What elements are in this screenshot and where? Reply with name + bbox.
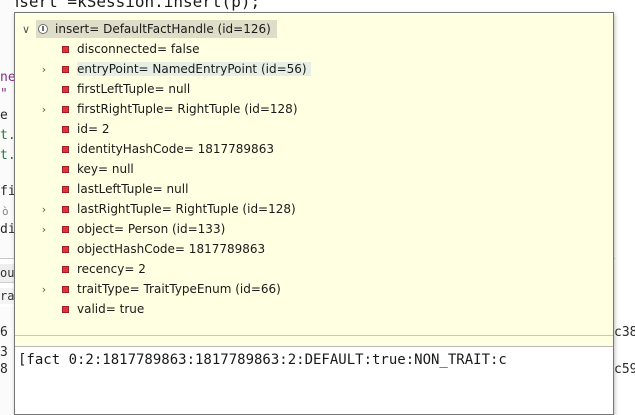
code-fragment: e — [0, 108, 8, 123]
tree-item-label: key= null — [77, 162, 134, 176]
tree-item-label: id= 2 — [77, 122, 110, 136]
tree-item-disconnected[interactable]: disconnected= false — [15, 39, 613, 59]
tree-item-objectHashCode[interactable]: objectHashCode= 1817789863 — [15, 239, 613, 259]
tree-item-lastRightTuple[interactable]: › lastRightTuple= RightTuple (id=128) — [15, 199, 613, 219]
tree-item-entryPoint[interactable]: › entryPoint= NamedEntryPoint (id=56) — [15, 59, 613, 79]
private-field-icon — [62, 126, 69, 133]
console-line: c59 — [614, 362, 635, 377]
private-field-icon — [62, 266, 69, 273]
tree-item-label: lastRightTuple= RightTuple (id=128) — [77, 202, 296, 216]
private-field-icon — [62, 246, 69, 253]
console-tab-label[interactable]: ra — [0, 289, 14, 303]
console-line: c38 — [614, 325, 635, 340]
console-tab-label[interactable]: ou — [0, 266, 14, 280]
chevron-right-icon[interactable]: › — [38, 103, 50, 116]
tree-item-key[interactable]: key= null — [15, 159, 613, 179]
tree-item-label: entryPoint= NamedEntryPoint (id=56) — [77, 62, 311, 76]
private-field-icon — [62, 186, 69, 193]
inspector-tree[interactable]: ∨ insert= DefaultFactHandle (id=126) dis… — [15, 13, 613, 335]
console-line: 8 — [0, 362, 8, 377]
tree-item-label: firstLeftTuple= null — [77, 82, 191, 96]
chevron-right-icon[interactable]: › — [38, 203, 50, 216]
tree-root-selection[interactable]: insert= DefaultFactHandle (id=126) — [36, 20, 277, 38]
detail-pane[interactable]: [fact 0:2:1817789863:1817789863:2:DEFAUL… — [15, 346, 613, 414]
code-fragment: " — [0, 87, 8, 102]
tree-item-lastLeftTuple[interactable]: lastLeftTuple= null — [15, 179, 613, 199]
console-line: 3 — [0, 345, 8, 360]
private-field-icon — [62, 86, 69, 93]
private-field-icon — [62, 146, 69, 153]
private-field-icon — [62, 66, 69, 73]
tree-item-label: identityHashCode= 1817789863 — [77, 142, 274, 156]
detail-value-text[interactable]: [fact 0:2:1817789863:1817789863:2:DEFAUL… — [18, 352, 507, 368]
tree-item-label: disconnected= false — [77, 42, 200, 56]
private-field-icon — [62, 166, 69, 173]
variable-inspector-popup[interactable]: ∨ insert= DefaultFactHandle (id=126) dis… — [14, 12, 614, 415]
pane-splitter[interactable] — [15, 335, 613, 346]
local-variable-icon — [38, 24, 48, 34]
tree-item-identityHashCode[interactable]: identityHashCode= 1817789863 — [15, 139, 613, 159]
tree-item-label: object= Person (id=133) — [77, 222, 226, 236]
chevron-right-icon[interactable]: › — [38, 63, 50, 76]
tree-root-label: insert= DefaultFactHandle (id=126) — [55, 22, 271, 36]
editor-code-line: insert =kSession.insert(p); — [0, 0, 261, 11]
console-line: 6 — [0, 325, 8, 340]
chevron-right-icon[interactable]: › — [38, 223, 50, 236]
private-field-icon — [62, 106, 69, 113]
private-field-icon — [62, 286, 69, 293]
tree-item-label: firstRightTuple= RightTuple (id=128) — [77, 102, 298, 116]
tree-item-label: valid= true — [77, 302, 145, 316]
code-fragment: ò — [2, 205, 9, 218]
private-field-icon — [62, 206, 69, 213]
tree-item-label: recency= 2 — [77, 262, 146, 276]
private-field-icon — [62, 306, 69, 313]
tree-item-label: objectHashCode= 1817789863 — [77, 242, 266, 256]
tree-item-object[interactable]: › object= Person (id=133) — [15, 219, 613, 239]
tree-item-id[interactable]: id= 2 — [15, 119, 613, 139]
tree-item-firstRightTuple[interactable]: › firstRightTuple= RightTuple (id=128) — [15, 99, 613, 119]
chevron-down-icon[interactable]: ∨ — [20, 23, 32, 36]
tree-item-traitType[interactable]: › traitType= TraitTypeEnum (id=66) — [15, 279, 613, 299]
tree-item-firstLeftTuple[interactable]: firstLeftTuple= null — [15, 79, 613, 99]
tree-item-label: traitType= TraitTypeEnum (id=66) — [77, 282, 281, 296]
tree-root-row[interactable]: ∨ insert= DefaultFactHandle (id=126) — [20, 19, 277, 39]
tree-item-label: lastLeftTuple= null — [77, 182, 189, 196]
chevron-right-icon[interactable]: › — [38, 283, 50, 296]
editor-right-strip — [615, 0, 635, 415]
private-field-icon — [62, 46, 69, 53]
private-field-icon — [62, 226, 69, 233]
tree-item-recency[interactable]: recency= 2 — [15, 259, 613, 279]
tree-item-valid[interactable]: valid= true — [15, 299, 613, 319]
